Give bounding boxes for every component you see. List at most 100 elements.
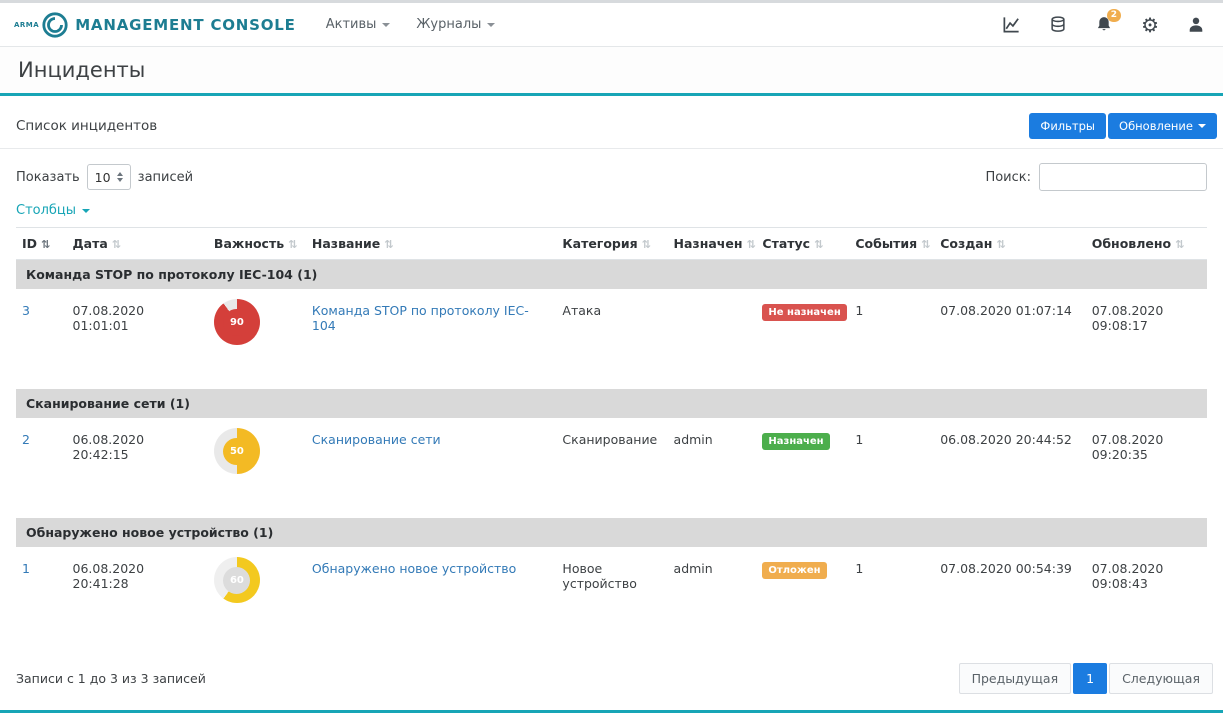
columns-row: Столбцы — [0, 195, 1223, 227]
incident-id-link[interactable]: 2 — [22, 432, 30, 447]
user-profile-icon[interactable] — [1187, 15, 1205, 34]
sort-icon[interactable]: ⇅ — [384, 238, 393, 251]
status-badge: Не назначен — [762, 304, 846, 321]
status-badge: Отложен — [762, 562, 826, 579]
incidents-table: ID⇅Дата⇅Важность⇅Название⇅Категория⇅Назн… — [16, 227, 1207, 647]
incident-date: 07.08.2020 01:01:01 — [67, 289, 208, 389]
incident-row: 3 07.08.2020 01:01:01 90 Команда STOP по пр… — [16, 289, 1207, 389]
table-footer: Записи с 1 до 3 из 3 записей Предыдущая … — [0, 647, 1223, 706]
search-label: Поиск: — [985, 170, 1031, 185]
notification-count-badge: 2 — [1107, 9, 1121, 22]
incident-updated: 07.08.2020 09:20:35 — [1086, 418, 1207, 518]
menu-journals-label: Журналы — [416, 17, 481, 32]
menu-journals[interactable]: Журналы — [416, 17, 495, 32]
page-size-group: Показать 10 записей — [16, 164, 193, 190]
sort-icon[interactable]: ⇅ — [112, 238, 121, 251]
column-header-assigned[interactable]: Назначен⇅ — [668, 228, 757, 260]
panel-header: Список инцидентов Фильтры Обновление — [0, 104, 1223, 149]
incident-category: Новое устройство — [556, 547, 667, 647]
severity-donut: 60 — [214, 557, 260, 603]
notifications-bell-icon[interactable]: 2 — [1095, 15, 1113, 34]
column-header-created[interactable]: Создан⇅ — [934, 228, 1086, 260]
group-header-row: Сканирование сети (1) — [16, 389, 1207, 418]
incident-assigned — [668, 289, 757, 389]
column-header-date[interactable]: Дата⇅ — [67, 228, 208, 260]
incident-name-link[interactable]: Обнаружено новое устройство — [312, 561, 516, 576]
incident-assigned: admin — [668, 418, 757, 518]
page-title: Инциденты — [18, 58, 1205, 82]
incident-updated: 07.08.2020 09:08:17 — [1086, 289, 1207, 389]
sort-icon[interactable]: ⇅ — [996, 238, 1005, 251]
next-page-button[interactable]: Следующая — [1109, 663, 1213, 694]
show-label: Показать — [16, 170, 80, 185]
columns-button[interactable]: Столбцы — [16, 203, 90, 218]
incident-name-link[interactable]: Сканирование сети — [312, 432, 441, 447]
sort-icon[interactable]: ⇅ — [41, 238, 50, 251]
sort-icon[interactable]: ⇅ — [288, 238, 297, 251]
records-info: Записи с 1 до 3 из 3 записей — [16, 671, 206, 686]
incidents-table-body: Команда STOP по протоколу IEC-104 (1) 3 07… — [16, 260, 1207, 648]
reports-chart-icon[interactable] — [1002, 15, 1021, 34]
column-header-updated[interactable]: Обновлено⇅ — [1086, 228, 1207, 260]
settings-gear-icon[interactable]: ⚙ — [1141, 15, 1159, 35]
table-controls: Показать 10 записей Поиск: — [0, 149, 1223, 195]
incident-events-count: 1 — [849, 289, 934, 389]
navbar-icons: 2 ⚙ — [1002, 15, 1205, 35]
incident-category: Атака — [556, 289, 667, 389]
incidents-panel: Список инцидентов Фильтры Обновление Пок… — [0, 104, 1223, 706]
spinner-arrows-icon — [117, 172, 123, 182]
arma-logo-icon — [41, 11, 69, 39]
column-header-severity[interactable]: Важность⇅ — [208, 228, 306, 260]
sort-icon[interactable]: ⇅ — [746, 238, 755, 251]
arma-logo: ARMA — [14, 11, 69, 39]
page-size-select[interactable]: 10 — [87, 164, 131, 190]
group-header-row: Команда STOP по протоколу IEC-104 (1) — [16, 260, 1207, 290]
column-header-name[interactable]: Название⇅ — [306, 228, 557, 260]
incident-events-count: 1 — [849, 547, 934, 647]
sort-icon[interactable]: ⇅ — [814, 238, 823, 251]
database-icon[interactable] — [1049, 15, 1067, 34]
refresh-button[interactable]: Обновление — [1108, 113, 1217, 139]
pagination: Предыдущая 1 Следующая — [959, 663, 1213, 694]
page-header: Инциденты — [0, 47, 1223, 96]
incidents-table-wrap: ID⇅Дата⇅Важность⇅Название⇅Категория⇅Назн… — [0, 227, 1223, 647]
brand: ARMA MANAGEMENT CONSOLE — [14, 11, 296, 39]
incident-date: 06.08.2020 20:41:28 — [67, 547, 208, 647]
sort-icon[interactable]: ⇅ — [642, 238, 651, 251]
page-1-button[interactable]: 1 — [1073, 663, 1107, 694]
main-menu: Активы Журналы — [326, 17, 496, 32]
incident-date: 06.08.2020 20:42:15 — [67, 418, 208, 518]
column-header-status[interactable]: Статус⇅ — [756, 228, 849, 260]
severity-donut: 50 — [214, 428, 260, 474]
status-badge: Назначен — [762, 433, 829, 450]
sort-icon[interactable]: ⇅ — [1175, 238, 1184, 251]
chevron-down-icon — [82, 209, 90, 213]
prev-page-button[interactable]: Предыдущая — [959, 663, 1072, 694]
menu-assets[interactable]: Активы — [326, 17, 391, 32]
column-header-events[interactable]: События⇅ — [849, 228, 934, 260]
chevron-down-icon — [1198, 124, 1206, 128]
menu-assets-label: Активы — [326, 17, 377, 32]
search-input[interactable] — [1039, 163, 1207, 191]
column-header-id[interactable]: ID⇅ — [16, 228, 67, 260]
severity-value: 60 — [223, 567, 250, 594]
panel-title: Список инцидентов — [16, 118, 157, 134]
severity-value: 50 — [223, 438, 250, 465]
severity-donut: 90 — [214, 299, 260, 345]
filters-button[interactable]: Фильтры — [1029, 113, 1106, 139]
incident-id-link[interactable]: 3 — [22, 303, 30, 318]
incident-created: 07.08.2020 01:07:14 — [934, 289, 1086, 389]
incident-created: 07.08.2020 00:54:39 — [934, 547, 1086, 647]
incident-name-link[interactable]: Команда STOP по протоколу IEC-104 — [312, 303, 529, 333]
incident-category: Сканирование — [556, 418, 667, 518]
incident-events-count: 1 — [849, 418, 934, 518]
chevron-down-icon — [487, 23, 495, 27]
brand-title: MANAGEMENT CONSOLE — [75, 16, 296, 34]
incident-id-link[interactable]: 1 — [22, 561, 30, 576]
entries-label: записей — [138, 170, 193, 185]
incident-row: 2 06.08.2020 20:42:15 50 Сканирование сети С… — [16, 418, 1207, 518]
severity-value: 90 — [223, 309, 250, 336]
sort-icon[interactable]: ⇅ — [921, 238, 930, 251]
column-header-category[interactable]: Категория⇅ — [556, 228, 667, 260]
incident-created: 06.08.2020 20:44:52 — [934, 418, 1086, 518]
